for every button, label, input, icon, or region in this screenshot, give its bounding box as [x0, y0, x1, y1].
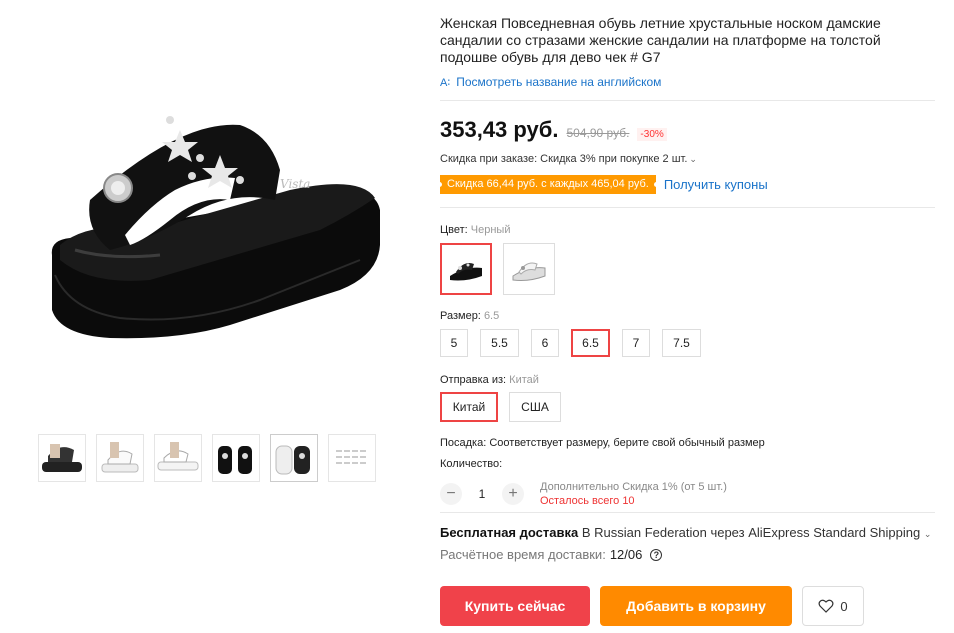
chevron-down-icon: ⌄: [689, 154, 697, 164]
quantity-note: Дополнительно Скидка 1% (от 5 шт.) Остал…: [540, 480, 727, 508]
price-current: 353,43 руб.: [440, 117, 559, 142]
divider: [440, 512, 935, 513]
delivery-time-label: Расчётное время доставки:: [440, 547, 606, 562]
fit-info: Посадка: Соответствует размеру, берите с…: [440, 437, 765, 449]
size-value: 6.5: [483, 310, 500, 322]
price-old: 504,90 руб.: [566, 126, 630, 140]
coupon-row: Скидка 66,44 руб. с каждых 465,04 руб. П…: [437, 175, 768, 194]
decrease-quantity-button[interactable]: −: [440, 483, 462, 505]
free-shipping-text: Бесплатная доставка: [440, 525, 579, 540]
thumbnail-3[interactable]: [154, 434, 202, 482]
translate-link[interactable]: A∶ Посмотреть название на английском: [440, 75, 661, 89]
size-option-7[interactable]: 7: [622, 329, 650, 357]
divider: [440, 207, 935, 208]
ship-from-value: Китай: [509, 374, 539, 386]
bulk-discount-text: Дополнительно Скидка 1% (от 5 шт.): [540, 481, 727, 493]
color-options: [440, 243, 555, 295]
add-to-cart-button[interactable]: Добавить в корзину: [600, 586, 792, 626]
size-option-5[interactable]: 5: [440, 329, 468, 357]
action-buttons: Купить сейчас Добавить в корзину 0: [440, 586, 864, 626]
coupon-badge: Скидка 66,44 руб. с каждых 465,04 руб.: [437, 175, 659, 194]
stock-left-text: Осталось всего 10: [540, 495, 635, 507]
translate-label: Посмотреть название на английском: [456, 75, 662, 89]
get-coupons-link[interactable]: Получить купоны: [664, 177, 768, 192]
increase-quantity-button[interactable]: +: [502, 483, 524, 505]
buy-now-button[interactable]: Купить сейчас: [440, 586, 590, 626]
thumbnail-strip: [38, 434, 376, 482]
heart-icon: [818, 599, 834, 613]
wishlist-count: 0: [840, 598, 848, 614]
ship-option-usa[interactable]: США: [509, 392, 561, 422]
color-option-white[interactable]: [503, 243, 555, 295]
shipping-method-text: В Russian Federation через AliExpress St…: [581, 525, 921, 540]
ship-from-label-text: Отправка из:: [440, 374, 507, 386]
size-option-7-5[interactable]: 7.5: [662, 329, 701, 357]
price-block: 353,43 руб. 504,90 руб. -30%: [440, 117, 667, 143]
size-label-text: Размер:: [440, 310, 481, 322]
size-option-6[interactable]: 6: [531, 329, 559, 357]
ship-from-options: Китай США: [440, 392, 561, 422]
size-label: Размер: 6.5: [440, 310, 499, 322]
color-label-text: Цвет:: [440, 224, 468, 236]
chevron-down-icon: ⌄: [923, 529, 932, 539]
discount-badge: -30%: [637, 128, 667, 141]
delivery-info[interactable]: Бесплатная доставка В Russian Federation…: [440, 525, 931, 540]
divider: [440, 100, 935, 101]
quantity-label: Количество:: [440, 458, 503, 470]
product-title: Женская Повседневная обувь летние хруста…: [440, 15, 881, 65]
color-option-black[interactable]: [440, 243, 492, 295]
delivery-time: Расчётное время доставки: 12/06 ?: [440, 547, 663, 562]
main-product-image[interactable]: Vista: [30, 80, 400, 380]
size-options: 5 5.5 6 6.5 7 7.5: [440, 329, 701, 357]
order-discount-text: Скидка при заказе: Скидка 3% при покупке…: [440, 153, 688, 165]
thumbnail-4[interactable]: [212, 434, 260, 482]
wishlist-button[interactable]: 0: [802, 586, 864, 626]
thumbnail-5[interactable]: [270, 434, 318, 482]
color-value: Черный: [470, 224, 511, 236]
order-discount[interactable]: Скидка при заказе: Скидка 3% при покупке…: [440, 153, 697, 165]
svg-text:Vista: Vista: [280, 177, 310, 191]
color-label: Цвет: Черный: [440, 224, 510, 236]
thumbnail-2[interactable]: [96, 434, 144, 482]
size-option-5-5[interactable]: 5.5: [480, 329, 519, 357]
quantity-value[interactable]: 1: [472, 487, 492, 501]
quantity-stepper: − 1 + Дополнительно Скидка 1% (от 5 шт.)…: [440, 480, 727, 508]
delivery-time-value: 12/06: [609, 547, 643, 562]
size-option-6-5[interactable]: 6.5: [571, 329, 610, 357]
help-icon[interactable]: ?: [650, 548, 663, 561]
ship-from-label: Отправка из: Китай: [440, 374, 539, 386]
thumbnail-1[interactable]: [38, 434, 86, 482]
thumbnail-6[interactable]: [328, 434, 376, 482]
translate-icon: A∶: [440, 76, 451, 89]
ship-option-china[interactable]: Китай: [440, 392, 498, 422]
